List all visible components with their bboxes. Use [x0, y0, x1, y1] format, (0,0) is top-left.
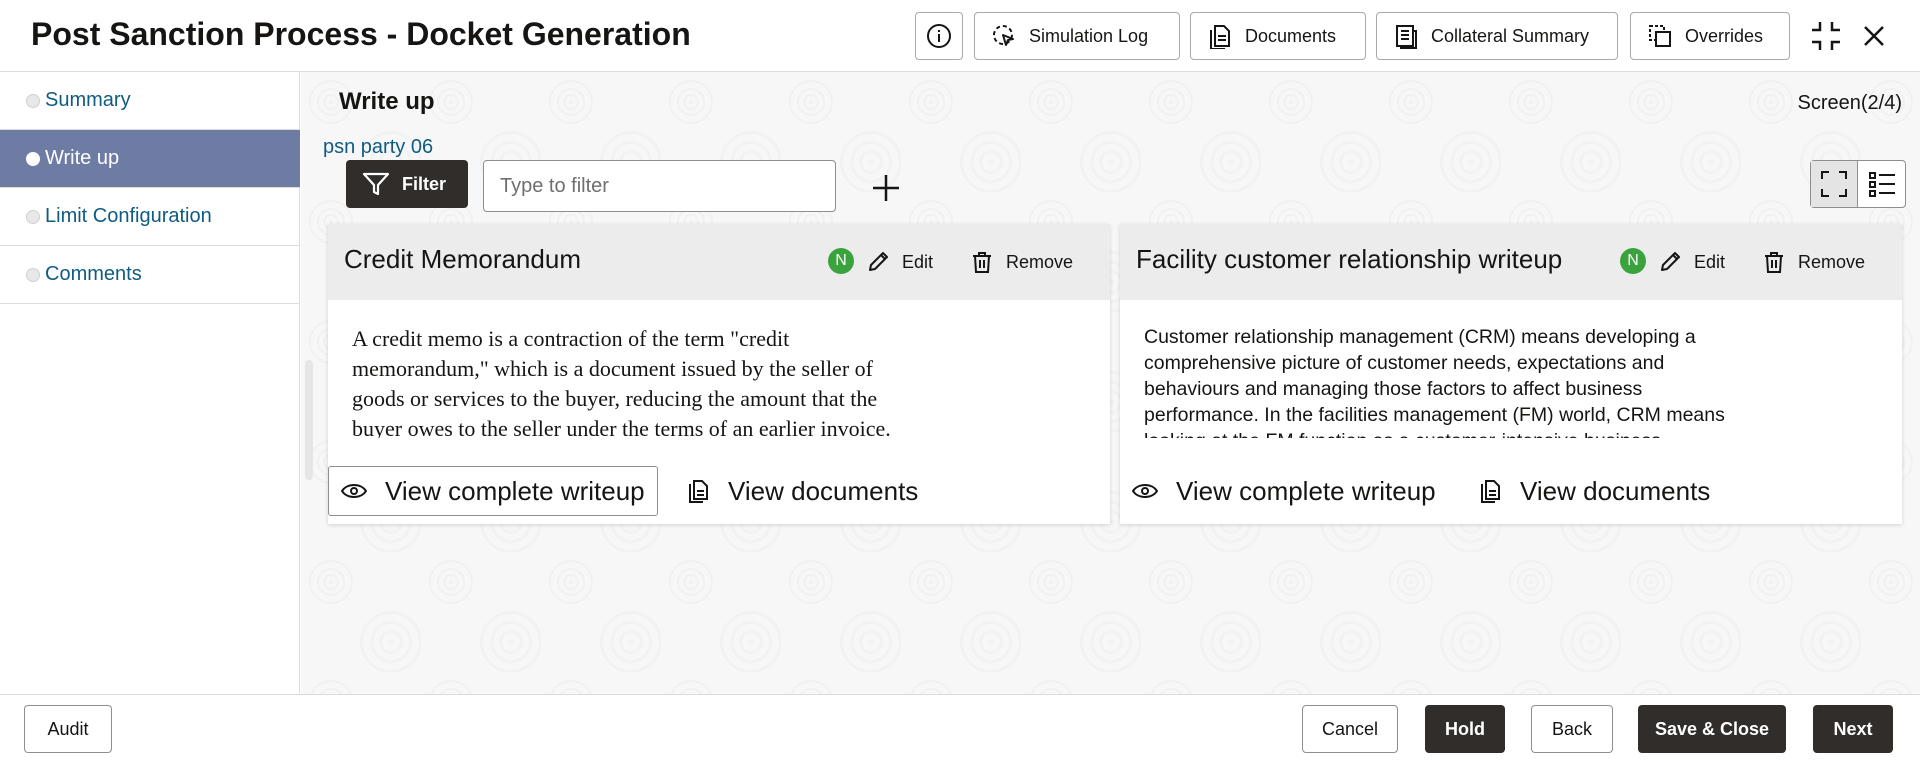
- screen-indicator: Screen(2/4): [1797, 92, 1903, 114]
- page-title: Post Sanction Process - Docket Generatio…: [31, 16, 691, 52]
- view-documents-label: View documents: [1520, 475, 1711, 506]
- next-button[interactable]: Next: [1813, 705, 1893, 753]
- edit-icon: [1661, 252, 1680, 271]
- trash-icon: [973, 252, 991, 273]
- collateral-summary-button[interactable]: Collateral Summary: [1376, 12, 1618, 60]
- step-dot-icon: [26, 267, 40, 282]
- edit-label: Edit: [902, 251, 934, 272]
- edit-icon: [869, 252, 888, 271]
- remove-label: Remove: [1798, 251, 1866, 272]
- view-complete-writeup-button[interactable]: View complete writeup: [1132, 466, 1436, 516]
- simulation-log-button[interactable]: Simulation Log: [974, 12, 1180, 60]
- status-badge: N: [1620, 248, 1646, 274]
- sidebar-item-label: Limit Configuration: [45, 205, 212, 227]
- edit-button[interactable]: Edit: [1658, 248, 1725, 276]
- status-badge: N: [828, 248, 854, 274]
- party-name-link[interactable]: psn party 06: [323, 136, 433, 159]
- remove-button[interactable]: Remove: [1762, 248, 1865, 276]
- writeup-card: Facility customer relationship writeup N…: [1120, 224, 1902, 524]
- overrides-button[interactable]: Overrides: [1630, 12, 1790, 60]
- audit-button[interactable]: Audit: [24, 705, 112, 753]
- sidebar-item-limit-configuration[interactable]: Limit Configuration: [0, 188, 300, 246]
- sidebar-item-label: Write up: [45, 147, 120, 169]
- info-button[interactable]: [915, 12, 963, 60]
- card-header: Credit Memorandum N Edit Remove: [328, 224, 1110, 300]
- footer-bar: Audit Cancel Hold Back Save & Close Next: [0, 694, 1920, 761]
- filter-input[interactable]: [483, 160, 836, 212]
- view-writeup-label: View complete writeup: [385, 475, 645, 506]
- card-title: Credit Memorandum: [344, 244, 581, 274]
- view-documents-button[interactable]: View documents: [688, 466, 918, 516]
- simulation-log-label: Simulation Log: [1029, 25, 1149, 46]
- header-bar: Post Sanction Process - Docket Generatio…: [0, 0, 1920, 72]
- minimize-button[interactable]: [1802, 12, 1850, 60]
- sidebar-item-comments[interactable]: Comments: [0, 246, 300, 304]
- document-icon: [1481, 480, 1500, 503]
- close-button[interactable]: [1850, 12, 1898, 60]
- minimize-icon: [1812, 22, 1840, 50]
- back-button[interactable]: Back: [1531, 705, 1613, 753]
- overrides-label: Overrides: [1685, 25, 1764, 46]
- card-title: Facility customer relationship writeup: [1136, 244, 1563, 274]
- view-toggle: [1810, 160, 1906, 208]
- hold-button[interactable]: Hold: [1425, 705, 1505, 753]
- sidebar-item-summary[interactable]: Summary: [0, 72, 300, 130]
- simulation-icon: [991, 23, 1017, 49]
- list-view-button[interactable]: [1858, 161, 1905, 207]
- document-icon: [689, 480, 708, 503]
- view-writeup-label: View complete writeup: [1176, 475, 1436, 506]
- filter-label: Filter: [402, 173, 447, 194]
- list-icon: [1868, 172, 1895, 197]
- remove-label: Remove: [1006, 251, 1074, 272]
- step-dot-icon: [26, 209, 40, 224]
- plus-icon: [873, 175, 899, 201]
- step-dot-icon: [26, 93, 40, 108]
- section-title: Write up: [339, 88, 435, 115]
- filter-button[interactable]: Filter: [346, 160, 468, 208]
- card-header: Facility customer relationship writeup N…: [1120, 224, 1902, 300]
- eye-icon: [1132, 484, 1158, 498]
- collateral-summary-label: Collateral Summary: [1431, 25, 1590, 46]
- expand-icon: [1821, 171, 1847, 197]
- view-documents-button[interactable]: View documents: [1480, 466, 1710, 516]
- save-close-button[interactable]: Save & Close: [1638, 705, 1786, 753]
- add-writeup-button[interactable]: [866, 168, 906, 208]
- writeup-text: Customer relationship management (CRM) m…: [1144, 326, 1725, 438]
- documents-label: Documents: [1245, 25, 1337, 46]
- writeup-card: Credit Memorandum N Edit Remove A credit…: [328, 224, 1110, 524]
- scrollbar[interactable]: [305, 360, 313, 480]
- sidebar-item-write-up[interactable]: Write up: [0, 130, 300, 188]
- eye-icon: [341, 484, 367, 498]
- sidebar-item-label: Comments: [45, 263, 142, 285]
- overrides-icon: [1647, 23, 1673, 49]
- edit-button[interactable]: Edit: [866, 248, 933, 276]
- view-documents-label: View documents: [728, 475, 919, 506]
- edit-label: Edit: [1694, 251, 1726, 272]
- sidebar: Summary Write up Limit Configuration Com…: [0, 72, 300, 694]
- filter-icon: [362, 172, 390, 196]
- close-icon: [1864, 26, 1884, 46]
- documents-icon: [1207, 23, 1233, 49]
- card-view-button[interactable]: [1811, 161, 1859, 207]
- collateral-summary-icon: [1393, 23, 1419, 49]
- view-complete-writeup-button[interactable]: View complete writeup: [328, 466, 658, 516]
- sidebar-item-label: Summary: [45, 89, 131, 111]
- info-icon: [927, 24, 951, 48]
- step-dot-icon: [26, 151, 40, 166]
- remove-button[interactable]: Remove: [970, 248, 1073, 276]
- writeup-text: A credit memo is a contraction of the te…: [352, 326, 891, 438]
- trash-icon: [1765, 252, 1783, 273]
- cancel-button[interactable]: Cancel: [1302, 705, 1398, 753]
- documents-button[interactable]: Documents: [1190, 12, 1366, 60]
